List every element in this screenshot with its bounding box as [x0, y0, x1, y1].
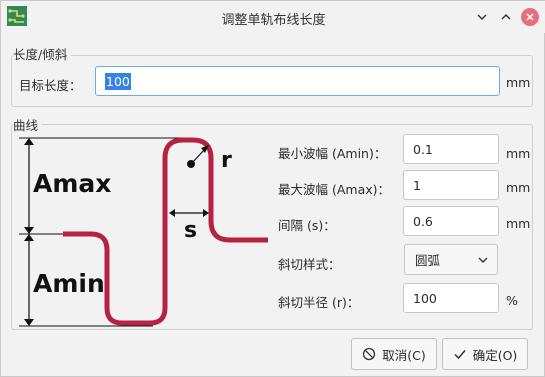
dialog-window: 调整单轨布线长度 长度/倾斜 目标长度： 100 mm 曲线 Amax Amin… [0, 0, 545, 377]
close-button[interactable] [519, 6, 541, 28]
window-title: 调整单轨布线长度 [221, 13, 326, 28]
check-icon [454, 350, 466, 360]
spacing-value: 0.6 [413, 213, 433, 229]
minimize-button[interactable] [471, 6, 493, 28]
amin-value: 0.1 [413, 141, 433, 157]
target-length-input[interactable]: 100 [95, 66, 500, 96]
ok-button-label: 确定(O) [472, 347, 518, 363]
chevron-down-icon [477, 14, 487, 20]
corner-radius-label: 斜切半径 (r)： [278, 295, 360, 310]
cancel-button[interactable]: 取消(C) [351, 338, 437, 370]
target-length-unit: mm [506, 75, 531, 90]
amin-label: Amin [33, 269, 105, 298]
amin-unit: mm [506, 146, 531, 161]
maximize-button[interactable] [495, 6, 517, 28]
amax-label: Amax [33, 169, 111, 198]
close-icon [521, 8, 539, 26]
corner-radius-unit: % [506, 293, 518, 308]
curve-group-title: 曲线 [13, 115, 43, 134]
spacing-input[interactable]: 0.6 [403, 206, 499, 236]
amax-input[interactable]: 1 [403, 170, 499, 200]
amax-field-label: 最大波幅 (Amax)： [278, 182, 391, 197]
ok-button[interactable]: 确定(O) [442, 338, 528, 370]
cancel-circle-icon [363, 347, 376, 361]
target-length-label: 目标长度： [19, 78, 82, 93]
corner-style-select[interactable]: 圆弧 [404, 244, 498, 275]
amax-unit: mm [506, 180, 531, 195]
meander-diagram: Amax Amin s r [19, 137, 268, 327]
s-label: s [184, 218, 197, 243]
target-length-value: 100 [105, 72, 131, 90]
amin-field-label: 最小波幅 (Amin)： [278, 146, 387, 161]
r-label: r [221, 148, 232, 173]
corner-radius-value: 100 [413, 290, 437, 306]
spacing-field-label: 间隔 (s)： [278, 218, 336, 233]
chevron-up-icon [501, 14, 511, 20]
title-bar[interactable]: 调整单轨布线长度 [1, 1, 545, 33]
amax-value: 1 [413, 177, 421, 193]
corner-style-value: 圆弧 [415, 253, 441, 268]
length-group-title: 长度/倾斜 [13, 44, 72, 63]
corner-style-label: 斜切样式： [278, 257, 341, 272]
cancel-button-label: 取消(C) [382, 347, 426, 363]
corner-radius-input[interactable]: 100 [403, 283, 499, 313]
spacing-unit: mm [506, 216, 531, 231]
chevron-down-icon [478, 257, 488, 263]
amin-input[interactable]: 0.1 [403, 134, 499, 164]
